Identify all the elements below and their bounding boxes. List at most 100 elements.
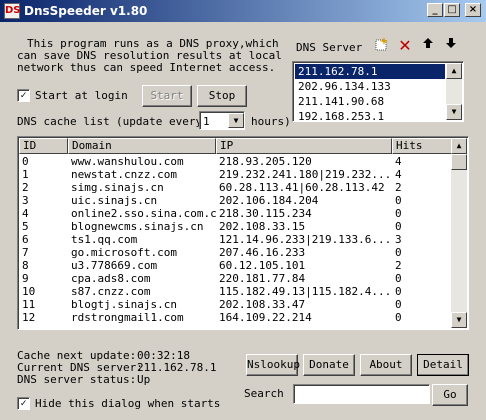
scroll-up-icon[interactable]: ▲: [451, 138, 467, 154]
cell-hits: 2: [395, 259, 402, 272]
hours-label: hours): [251, 115, 291, 128]
start-at-login-label[interactable]: Start at login: [35, 89, 128, 102]
cell-id: 2: [22, 181, 29, 194]
maximize-button[interactable]: □: [444, 3, 460, 17]
cell-id: 10: [22, 285, 36, 298]
cell-hits: 0: [395, 246, 402, 259]
cell-id: 3: [22, 194, 29, 207]
cell-ip: 218.93.205.120: [219, 155, 312, 168]
cache-list-label: DNS cache list: [17, 115, 110, 128]
server-status-value: Up: [137, 373, 151, 386]
cell-domain: simg.sinajs.cn: [71, 181, 164, 194]
table-row[interactable]: 0 www.wanshulou.com 218.93.205.120 4: [19, 155, 451, 168]
table-row[interactable]: 3 uic.sinajs.cn 202.106.184.204 0: [19, 194, 451, 207]
close-button[interactable]: ×: [465, 3, 481, 17]
col-domain-header[interactable]: Domain: [68, 138, 216, 154]
cell-domain: blogtj.sinajs.cn: [71, 298, 177, 311]
cell-ip: 220.181.77.84: [219, 272, 306, 285]
table-row[interactable]: 12 rdstrongmail1.com 164.109.22.214 0: [19, 311, 451, 324]
cell-id: 1: [22, 168, 29, 181]
dropdown-arrow-icon[interactable]: ▼: [228, 113, 244, 128]
table-row[interactable]: 10 s87.cnzz.com 115.182.49.13|115.182.4...…: [19, 285, 451, 298]
update-hours-value: 1: [203, 115, 210, 128]
stop-button[interactable]: Stop: [197, 85, 247, 107]
server-status-label: DNS server status:: [17, 373, 137, 386]
intro-line-3: network thus can speed Internet access.: [17, 61, 276, 74]
table-row[interactable]: 11 blogtj.sinajs.cn 202.108.33.47 0: [19, 298, 451, 311]
cell-ip: 60.28.113.41|60.28.113.42: [219, 181, 385, 194]
dns-server-list[interactable]: 211.162.78.1 202.96.134.133 211.141.90.68 1…: [292, 61, 464, 122]
app-icon: DS: [4, 3, 21, 19]
cell-id: 5: [22, 220, 29, 233]
arrow-up-icon[interactable]: [419, 37, 437, 55]
col-id-header[interactable]: ID: [19, 138, 68, 154]
detail-button[interactable]: Detail: [417, 354, 469, 376]
cell-id: 8: [22, 259, 29, 272]
scroll-thumb[interactable]: [451, 154, 467, 170]
scroll-down-icon[interactable]: ▼: [446, 104, 462, 120]
scroll-up-icon[interactable]: ▲: [446, 63, 462, 79]
update-hours-select[interactable]: 1 ▼: [199, 111, 245, 130]
window-title: DnsSpeeder v1.80: [24, 4, 148, 18]
cell-ip: 121.14.96.233|219.133.6...: [219, 233, 392, 246]
cell-hits: 0: [395, 220, 402, 233]
table-header: ID Domain IP Hits: [19, 138, 468, 154]
cell-domain: ts1.qq.com: [71, 233, 138, 246]
dns-list-scrollbar[interactable]: ▲ ▼: [446, 63, 462, 120]
delete-icon[interactable]: ✕: [396, 37, 414, 55]
cell-hits: 2: [395, 181, 402, 194]
cell-domain: cpa.ads8.com: [71, 272, 151, 285]
search-input[interactable]: [293, 384, 430, 404]
table-row[interactable]: 5 blognewcms.sinajs.cn 202.108.33.15 0: [19, 220, 451, 233]
scroll-down-icon[interactable]: ▼: [451, 312, 467, 328]
go-button[interactable]: Go: [432, 384, 468, 406]
table-row[interactable]: 2 simg.sinajs.cn 60.28.113.41|60.28.113.42…: [19, 181, 451, 194]
cell-hits: 0: [395, 285, 402, 298]
new-server-icon[interactable]: [373, 37, 391, 55]
cell-ip: 218.30.115.234: [219, 207, 312, 220]
donate-button[interactable]: Donate: [303, 354, 355, 376]
cell-domain: s87.cnzz.com: [71, 285, 151, 298]
table-row[interactable]: 1 newstat.cnzz.com 219.232.241.180|219.232…: [19, 168, 451, 181]
table-scrollbar[interactable]: ▲ ▼: [451, 138, 467, 328]
about-button[interactable]: About: [360, 354, 412, 376]
dns-server-item[interactable]: 202.96.134.133: [295, 79, 445, 94]
table-row[interactable]: 4 online2.sso.sina.com.cn 218.30.115.234 0: [19, 207, 451, 220]
title-bar[interactable]: DS DnsSpeeder v1.80 _ □ ×: [0, 0, 486, 22]
cell-domain: online2.sso.sina.com.cn: [71, 207, 216, 220]
dns-cache-table[interactable]: ID Domain IP Hits 0 www.wanshulou.com 218.…: [17, 136, 469, 330]
cell-hits: 4: [395, 155, 402, 168]
cell-id: 11: [22, 298, 36, 311]
start-button[interactable]: Start: [142, 85, 192, 107]
cell-domain: rdstrongmail1.com: [71, 311, 184, 324]
arrow-down-icon[interactable]: [442, 37, 460, 55]
nslookup-button[interactable]: Nslookup: [246, 354, 300, 376]
cell-ip: 202.108.33.47: [219, 298, 306, 311]
start-at-login-checkbox[interactable]: ✓: [17, 89, 30, 102]
cell-hits: 0: [395, 311, 402, 324]
cell-id: 9: [22, 272, 29, 285]
table-row[interactable]: 8 u3.778669.com 60.12.105.101 2: [19, 259, 451, 272]
update-every-label: (update every: [116, 115, 203, 128]
dns-server-item[interactable]: 192.168.253.1: [295, 109, 445, 121]
search-label: Search: [244, 387, 284, 400]
cell-ip: 164.109.22.214: [219, 311, 312, 324]
cell-hits: 4: [395, 168, 402, 181]
hide-dialog-checkbox[interactable]: ✓: [17, 397, 30, 410]
cell-ip: 115.182.49.13|115.182.4...: [219, 285, 392, 298]
cell-hits: 0: [395, 194, 402, 207]
cell-hits: 0: [395, 272, 402, 285]
cell-ip: 207.46.16.233: [219, 246, 306, 259]
hide-dialog-label[interactable]: Hide this dialog when starts: [35, 397, 220, 410]
dns-server-item[interactable]: 211.162.78.1: [295, 64, 445, 79]
minimize-button[interactable]: _: [427, 3, 443, 17]
cell-domain: newstat.cnzz.com: [71, 168, 177, 181]
cell-id: 12: [22, 311, 36, 324]
table-row[interactable]: 7 go.microsoft.com 207.46.16.233 0: [19, 246, 451, 259]
col-ip-header[interactable]: IP: [216, 138, 392, 154]
col-hits-header[interactable]: Hits: [392, 138, 452, 154]
table-row[interactable]: 6 ts1.qq.com 121.14.96.233|219.133.6... 3: [19, 233, 451, 246]
dns-server-item[interactable]: 211.141.90.68: [295, 94, 445, 109]
table-row[interactable]: 9 cpa.ads8.com 220.181.77.84 0: [19, 272, 451, 285]
dns-server-label: DNS Server: [296, 41, 363, 54]
